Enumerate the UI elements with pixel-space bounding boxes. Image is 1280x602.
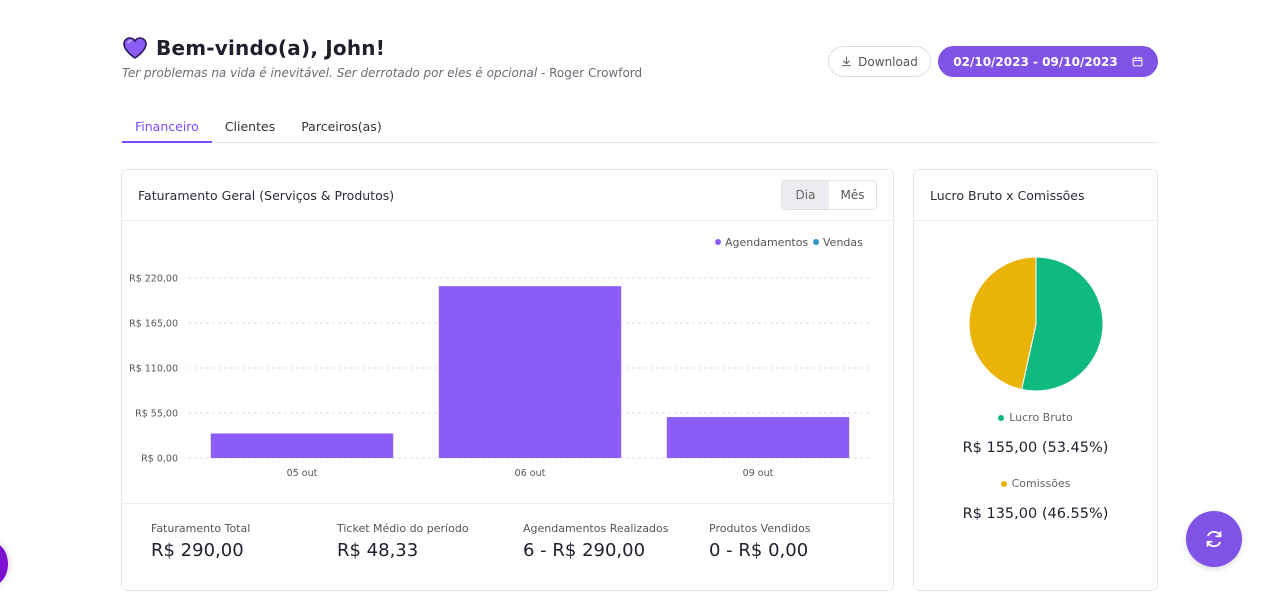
y-tick-label: R$ 220,00 xyxy=(129,274,178,285)
stat-value: 6 - R$ 290,00 xyxy=(523,540,646,561)
stats-row: Faturamento Total R$ 290,00 Ticket Médio… xyxy=(122,503,893,591)
stat-label: Produtos Vendidos xyxy=(709,522,811,535)
legend-dot xyxy=(998,414,1005,421)
calendar-icon xyxy=(1132,56,1143,67)
stat-produtos-vendidos: Produtos Vendidos 0 - R$ 0,00 xyxy=(709,522,811,561)
legend-dot xyxy=(715,239,721,245)
lucro-bruto-value: R$ 155,00 (53.45%) xyxy=(962,440,1109,456)
stat-value: R$ 290,00 xyxy=(151,540,244,561)
bar xyxy=(438,286,622,458)
date-range-button[interactable]: 02/10/2023 - 09/10/2023 xyxy=(938,46,1158,77)
bar xyxy=(666,417,850,458)
stat-label: Ticket Médio do período xyxy=(337,522,469,535)
legend-label: Comissões xyxy=(1011,477,1071,490)
y-tick-label: R$ 55,00 xyxy=(135,409,178,420)
date-range-label: 02/10/2023 - 09/10/2023 xyxy=(953,54,1118,69)
legend-dot xyxy=(1000,480,1007,487)
download-icon xyxy=(841,56,852,67)
legend-label: Agendamentos xyxy=(725,236,808,249)
stat-agendamentos: Agendamentos Realizados 6 - R$ 290,00 xyxy=(523,522,668,561)
profit-card-title: Lucro Bruto x Comissões xyxy=(930,187,1085,203)
stat-value: R$ 48,33 xyxy=(337,540,419,561)
refresh-button[interactable] xyxy=(1186,511,1242,567)
download-button[interactable]: Download xyxy=(828,46,931,77)
period-toggle: Dia Mês xyxy=(781,180,877,210)
welcome-title: Bem-vindo(a), John! xyxy=(156,36,386,60)
revenue-card-header: Faturamento Geral (Serviços & Produtos) … xyxy=(122,170,893,221)
quote-author: - Roger Crowford xyxy=(540,66,643,80)
revenue-card: Faturamento Geral (Serviços & Produtos) … xyxy=(121,169,894,591)
tab-clientes[interactable]: Clientes xyxy=(212,112,288,143)
profit-commission-card: Lucro Bruto x Comissões Lucro Bruto R$ 1… xyxy=(913,169,1158,591)
toggle-dia-button[interactable]: Dia xyxy=(782,181,829,209)
tab-financeiro[interactable]: Financeiro xyxy=(122,112,212,143)
stat-value: 0 - R$ 0,00 xyxy=(709,540,809,561)
profit-pie-chart xyxy=(968,256,1104,392)
legend-label: Lucro Bruto xyxy=(1009,411,1073,424)
legend-dot xyxy=(813,239,819,245)
stat-label: Faturamento Total xyxy=(151,522,251,535)
tab-bar: Financeiro Clientes Parceiros(as) xyxy=(122,112,1158,143)
x-tick-label: 06 out xyxy=(515,468,546,479)
legend-lucro-bruto: Lucro Bruto xyxy=(914,411,1157,424)
x-tick-label: 09 out xyxy=(743,468,774,479)
y-tick-label: R$ 110,00 xyxy=(129,364,178,375)
comissoes-value: R$ 135,00 (46.55%) xyxy=(962,506,1109,522)
download-label: Download xyxy=(858,54,918,69)
profit-card-header: Lucro Bruto x Comissões xyxy=(914,170,1157,221)
stat-faturamento-total: Faturamento Total R$ 290,00 xyxy=(151,522,250,561)
tab-parceiros[interactable]: Parceiros(as) xyxy=(288,112,395,143)
legend-comissoes: Comissões xyxy=(914,477,1157,490)
refresh-icon xyxy=(1206,530,1222,548)
revenue-bar-chart: R$ 0,00 R$ 55,00 R$ 110,00 R$ 165,00 R$ 220,… xyxy=(129,236,872,479)
pie-slice xyxy=(968,256,1037,391)
bar xyxy=(210,433,394,458)
stat-label: Agendamentos Realizados xyxy=(523,522,669,535)
legend-label: Vendas xyxy=(823,236,863,249)
y-tick-label: R$ 0,00 xyxy=(141,454,178,465)
revenue-card-title: Faturamento Geral (Serviços & Produtos) xyxy=(138,187,395,203)
x-tick-label: 05 out xyxy=(287,468,318,479)
y-tick-label: R$ 165,00 xyxy=(129,319,178,330)
quote-text: Ter problemas na vida é inevitável. Ser … xyxy=(122,66,538,80)
purple-heart-icon xyxy=(123,37,147,59)
side-widget-button[interactable] xyxy=(0,543,8,585)
stat-ticket-medio: Ticket Médio do período R$ 48,33 xyxy=(337,522,469,561)
page-header: Bem-vindo(a), John! Ter problemas na vid… xyxy=(122,36,1158,86)
toggle-mes-button[interactable]: Mês xyxy=(829,181,876,209)
